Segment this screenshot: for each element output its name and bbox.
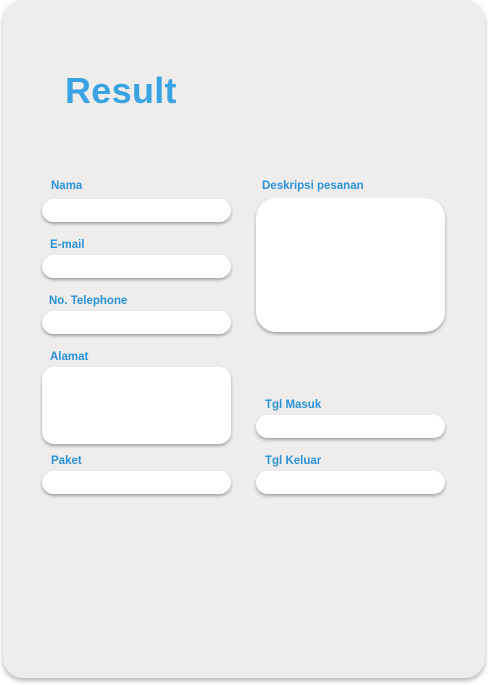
tgl-masuk-label: Tgl Masuk bbox=[265, 399, 322, 411]
nama-label: Nama bbox=[51, 180, 83, 192]
alamat-label: Alamat bbox=[50, 351, 89, 363]
tgl-keluar-label: Tgl Keluar bbox=[265, 455, 322, 467]
alamat-field[interactable] bbox=[42, 367, 231, 444]
telephone-field[interactable] bbox=[42, 311, 231, 334]
paket-field[interactable] bbox=[42, 471, 231, 494]
deskripsi-label: Deskripsi pesanan bbox=[262, 180, 364, 192]
nama-field[interactable] bbox=[42, 199, 231, 222]
telephone-label: No. Telephone bbox=[49, 295, 128, 307]
result-card: Result bbox=[3, 0, 485, 678]
page-title: Result bbox=[65, 70, 177, 111]
deskripsi-field[interactable] bbox=[256, 198, 445, 332]
tgl-masuk-field[interactable] bbox=[256, 415, 445, 438]
paket-label: Paket bbox=[51, 455, 82, 467]
email-label: E-mail bbox=[50, 239, 85, 251]
email-field[interactable] bbox=[42, 255, 231, 278]
tgl-keluar-field[interactable] bbox=[256, 471, 445, 494]
